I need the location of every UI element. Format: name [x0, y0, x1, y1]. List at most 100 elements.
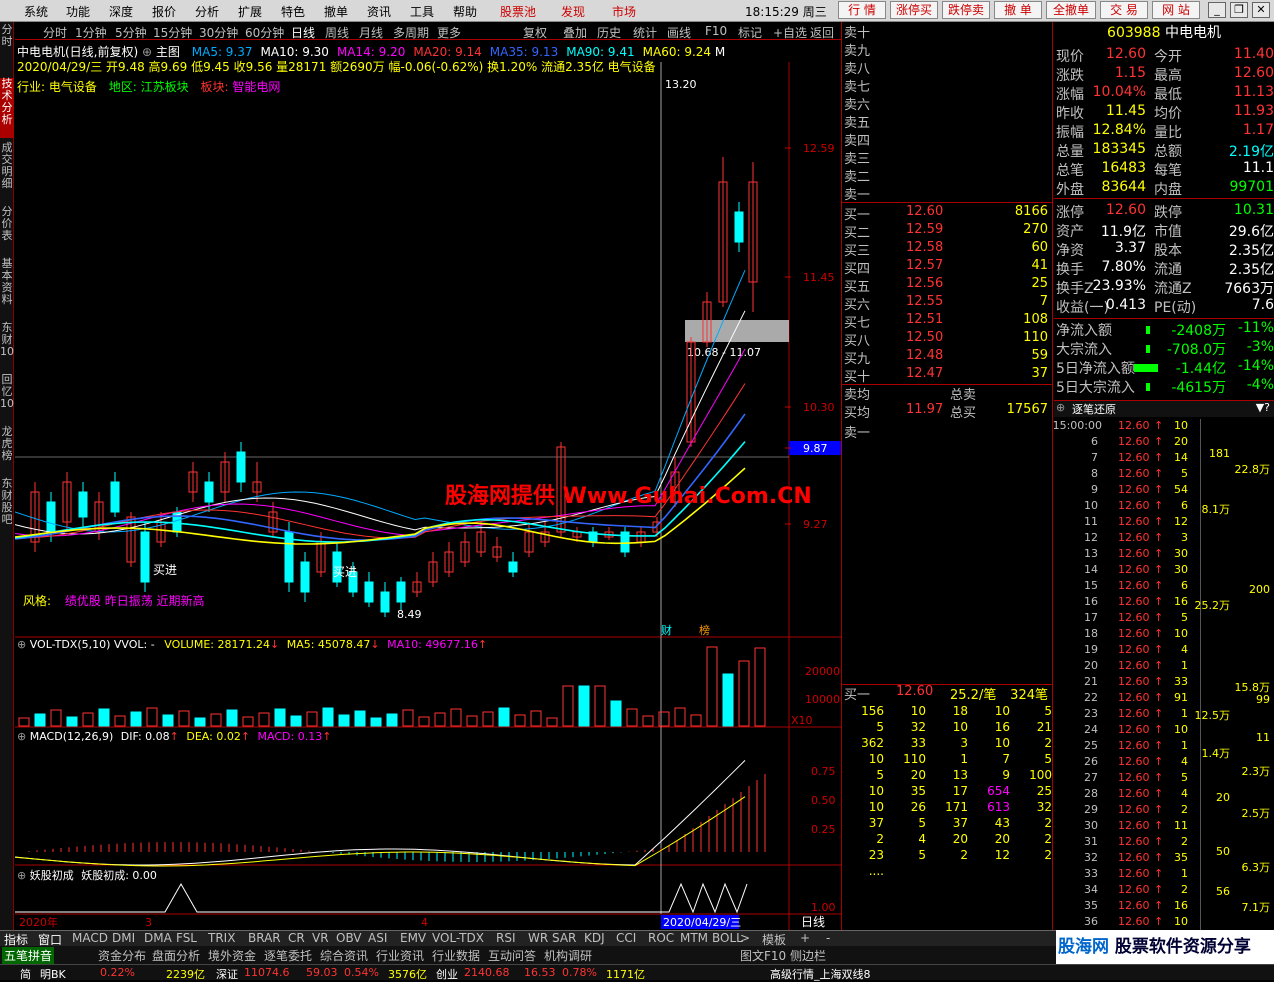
- tab-basic-info[interactable]: 基本资料: [0, 258, 14, 318]
- tf-5min[interactable]: 5分钟: [115, 24, 147, 41]
- buy-level-9[interactable]: 买九 12.48 59: [842, 348, 1052, 367]
- subtab-5[interactable]: 综合资讯: [320, 947, 368, 964]
- tf-15min[interactable]: 15分钟: [153, 24, 192, 41]
- close-icon[interactable]: ✕: [1252, 2, 1270, 18]
- indicator-tab-vol-tdx[interactable]: VOL-TDX: [432, 931, 484, 945]
- menu-tools[interactable]: 工具: [410, 3, 434, 20]
- subtab-9[interactable]: 机构调研: [544, 947, 592, 964]
- tab-tech-analysis[interactable]: 技术分析: [0, 78, 14, 138]
- tf-1min[interactable]: 1分钟: [75, 24, 107, 41]
- btn-limit-down-sell[interactable]: 跌停卖: [942, 1, 990, 19]
- sell-level-8[interactable]: 卖八: [842, 58, 1052, 77]
- menu-analysis[interactable]: 分析: [195, 3, 219, 20]
- indicator-tab-cr[interactable]: CR: [288, 931, 305, 945]
- menu-system[interactable]: 系统: [24, 3, 48, 20]
- sell-level-7[interactable]: 卖七: [842, 76, 1052, 95]
- menu-extend[interactable]: 扩展: [238, 3, 262, 20]
- menu-depth[interactable]: 深度: [109, 3, 133, 20]
- menu-discover[interactable]: 发现: [561, 3, 585, 20]
- btn-limit-up-buy[interactable]: 涨停买: [890, 1, 938, 19]
- subtab-4[interactable]: 逐笔委托: [264, 947, 312, 964]
- menu-feature[interactable]: 特色: [281, 3, 305, 20]
- buy-level-10[interactable]: 买十 12.47 37: [842, 366, 1052, 385]
- subtab-1[interactable]: 资金分布: [98, 947, 146, 964]
- indicator-tab-obv[interactable]: OBV: [336, 931, 362, 945]
- yao-icon[interactable]: ⊕: [17, 869, 26, 882]
- indicator-tab-rsi[interactable]: RSI: [496, 931, 516, 945]
- indicator-tab-vr[interactable]: VR: [312, 931, 329, 945]
- restore-icon[interactable]: ❐: [1230, 2, 1248, 18]
- tick-icon[interactable]: ⊕: [1056, 401, 1065, 414]
- sell-level-5[interactable]: 卖五: [842, 112, 1052, 131]
- sell-level-4[interactable]: 卖四: [842, 130, 1052, 149]
- subtab-3[interactable]: 境外资金: [208, 947, 256, 964]
- menu-news[interactable]: 资讯: [367, 3, 391, 20]
- indicator-tab-asi[interactable]: ASI: [368, 931, 387, 945]
- sell-level-3[interactable]: 卖三: [842, 148, 1052, 167]
- tf-30min[interactable]: 30分钟: [199, 24, 238, 41]
- menu-stock-pool[interactable]: 股票池: [500, 3, 536, 20]
- buy-level-2[interactable]: 买二 12.59 270: [842, 222, 1052, 241]
- tool-back[interactable]: 返回: [810, 24, 834, 41]
- tf-daily[interactable]: 日线: [291, 24, 315, 41]
- tab-price-table[interactable]: 分价表: [0, 206, 14, 254]
- subtab-10[interactable]: 图文F10: [740, 947, 786, 964]
- indicator-tab-macd[interactable]: MACD: [72, 931, 108, 945]
- tool-stats[interactable]: 统计: [633, 24, 657, 41]
- subtab-8[interactable]: 互动问答: [488, 947, 536, 964]
- menu-function[interactable]: 功能: [66, 3, 90, 20]
- menu-cancel[interactable]: 撤单: [324, 3, 348, 20]
- macd-icon[interactable]: ⊕: [17, 730, 26, 743]
- sell-level-10[interactable]: 卖十: [842, 22, 1052, 41]
- tab-trade-detail[interactable]: 成交明细: [0, 142, 14, 202]
- sell-level-6[interactable]: 卖六: [842, 94, 1052, 113]
- indicator-tab-kdj[interactable]: KDJ: [584, 931, 605, 945]
- indicator-tab-boll[interactable]: BOLL: [712, 931, 743, 945]
- btn-quote[interactable]: 行 情: [838, 1, 886, 19]
- main-chart-icon[interactable]: ⊕: [142, 45, 152, 59]
- buy-level-5[interactable]: 买五 12.56 25: [842, 276, 1052, 295]
- menu-market[interactable]: 市场: [612, 3, 636, 20]
- zoom-out-button[interactable]: -: [826, 931, 830, 945]
- minimize-icon[interactable]: _: [1208, 2, 1226, 18]
- tf-monthly[interactable]: 月线: [359, 24, 383, 41]
- tab-timeshare[interactable]: 分时: [0, 24, 14, 48]
- sell-level-1[interactable]: 卖一: [842, 184, 1052, 203]
- subtab-7[interactable]: 行业数据: [432, 947, 480, 964]
- indicator-tab-mtm[interactable]: MTM: [680, 931, 708, 945]
- menu-quote[interactable]: 报价: [152, 3, 176, 20]
- btn-cancel-all[interactable]: 全撤单: [1046, 1, 1096, 19]
- buy-level-4[interactable]: 买四 12.57 41: [842, 258, 1052, 277]
- sell-level-9[interactable]: 卖九: [842, 40, 1052, 59]
- indicator-more-icon[interactable]: >: [740, 931, 750, 945]
- indicator-tab-sar[interactable]: SAR: [552, 931, 576, 945]
- tool-add-favorite[interactable]: +自选: [773, 24, 807, 41]
- tick-filter-icon[interactable]: ▼?: [1256, 401, 1270, 414]
- indicator-tab-dmi[interactable]: DMI: [112, 931, 135, 945]
- indicator-tab-fsl[interactable]: FSL: [176, 931, 197, 945]
- subtab-6[interactable]: 行业资讯: [376, 947, 424, 964]
- indicator-tab-trix[interactable]: TRIX: [208, 931, 235, 945]
- indicator-tab-cci[interactable]: CCI: [616, 931, 636, 945]
- tab-forum[interactable]: 东财股吧: [0, 478, 14, 538]
- buy-level-3[interactable]: 买三 12.58 60: [842, 240, 1052, 259]
- tool-adjust[interactable]: 复权: [523, 24, 547, 41]
- indicator-tab-wr[interactable]: WR: [528, 931, 548, 945]
- menu-help[interactable]: 帮助: [453, 3, 477, 20]
- tool-mark[interactable]: 标记: [738, 24, 762, 41]
- tf-timeshare[interactable]: 分时: [43, 24, 67, 41]
- tool-draw[interactable]: 画线: [667, 24, 691, 41]
- tf-multi[interactable]: 多周期: [393, 24, 429, 41]
- tf-weekly[interactable]: 周线: [325, 24, 349, 41]
- sell-level-2[interactable]: 卖二: [842, 166, 1052, 185]
- indicator-tab-dma[interactable]: DMA: [144, 931, 172, 945]
- subtab-0[interactable]: 五笔拼音: [2, 947, 55, 964]
- indicator-tab-brar[interactable]: BRAR: [248, 931, 281, 945]
- subtab-2[interactable]: 盘面分析: [152, 947, 200, 964]
- buy-level-8[interactable]: 买八 12.50 110: [842, 330, 1052, 349]
- tool-history[interactable]: 历史: [597, 24, 621, 41]
- tool-overlay[interactable]: 叠加: [563, 24, 587, 41]
- indicator-tab-emv[interactable]: EMV: [400, 931, 426, 945]
- btn-trade[interactable]: 交 易: [1100, 1, 1148, 19]
- buy-level-6[interactable]: 买六 12.55 7: [842, 294, 1052, 313]
